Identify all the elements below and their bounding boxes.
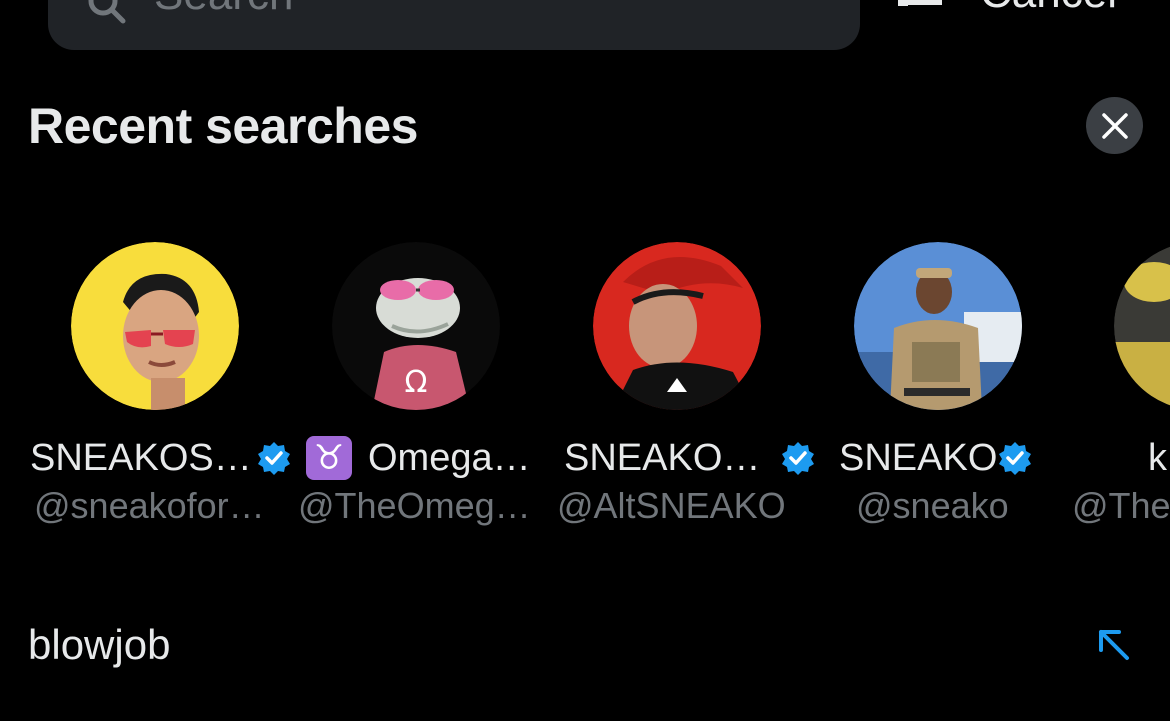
verified-badge-icon bbox=[999, 442, 1032, 475]
account-name-text: k bbox=[1148, 437, 1167, 479]
zodiac-emoji: ♉ bbox=[306, 436, 352, 480]
account-name: SNEAKO… bbox=[564, 436, 816, 480]
recent-account-item[interactable]: SNEAKO @sneako bbox=[836, 242, 1096, 532]
avatar bbox=[593, 242, 761, 410]
account-handle: @The bbox=[1072, 485, 1170, 526]
account-name-text: Omega… bbox=[368, 437, 531, 479]
search-icon bbox=[88, 0, 126, 24]
avatar bbox=[71, 242, 239, 410]
account-name: SNEAKO bbox=[839, 436, 1033, 480]
account-handle: @TheOmeg… bbox=[298, 485, 531, 526]
account-handle: @sneako bbox=[856, 485, 1009, 526]
recent-account-item[interactable]: Ω ♉ Omega… @TheOmeg… bbox=[296, 242, 556, 532]
close-icon bbox=[1101, 112, 1128, 139]
search-placeholder: Search bbox=[154, 0, 293, 20]
account-name: k bbox=[1148, 436, 1167, 480]
cancel-button[interactable]: Cancel bbox=[980, 0, 1117, 18]
search-input[interactable]: Search bbox=[48, 0, 860, 50]
account-name: ♉ Omega… bbox=[306, 436, 531, 480]
recent-query-item[interactable]: blowjob bbox=[28, 620, 170, 670]
avatar bbox=[854, 242, 1022, 410]
filter-icon[interactable] bbox=[896, 0, 946, 16]
account-name-text: SNEAKO… bbox=[564, 437, 761, 479]
avatar bbox=[1114, 242, 1170, 410]
account-name-text: SNEAKOS… bbox=[30, 437, 252, 479]
recent-searches-title: Recent searches bbox=[28, 98, 418, 154]
clear-recent-button[interactable] bbox=[1086, 97, 1143, 154]
recent-account-item[interactable]: SNEAKO… @AltSNEAKO bbox=[557, 242, 820, 532]
account-name: SNEAKOS… bbox=[30, 436, 292, 480]
account-name-text: SNEAKO bbox=[839, 437, 998, 479]
search-screen: Search Cancel Recent searches bbox=[0, 0, 1170, 721]
verified-badge-icon bbox=[782, 442, 815, 475]
account-handle: @AltSNEAKO bbox=[557, 485, 786, 526]
account-handle: @sneakofor… bbox=[34, 485, 265, 526]
avatar: Ω bbox=[332, 242, 500, 410]
arrow-up-left-icon[interactable] bbox=[1093, 624, 1133, 664]
svg-text:Ω: Ω bbox=[405, 365, 428, 400]
recent-account-item[interactable]: k @The bbox=[1070, 242, 1170, 532]
recent-account-item[interactable]: SNEAKOS… @sneakofor… bbox=[28, 242, 290, 532]
verified-badge-icon bbox=[257, 442, 290, 475]
